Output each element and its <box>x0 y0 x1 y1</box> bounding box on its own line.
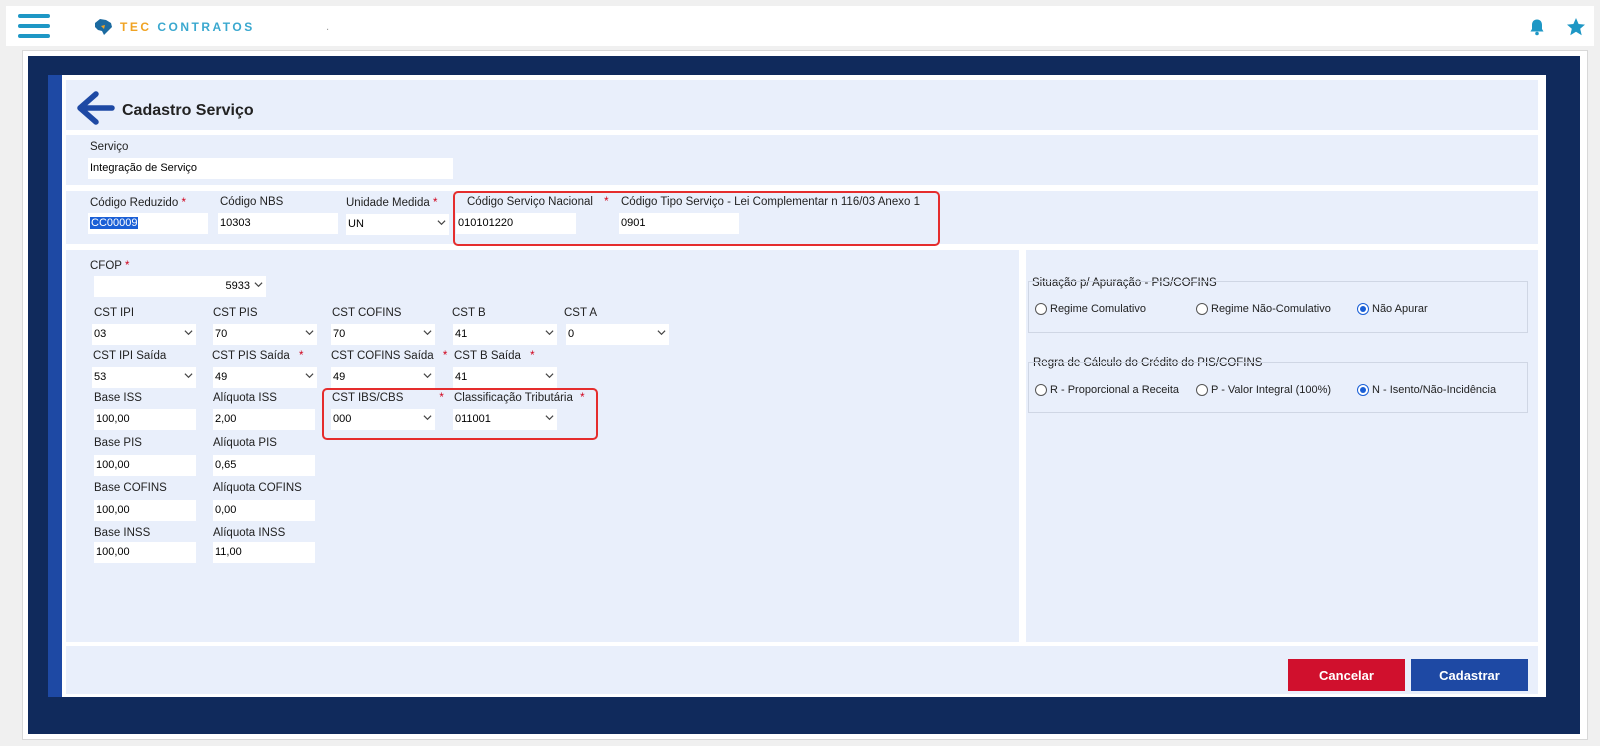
cst-pis-saida-value: 49 <box>215 371 228 383</box>
codigo-reduzido-input[interactable]: CC00009 <box>88 213 208 234</box>
submit-button[interactable]: Cadastrar <box>1411 659 1528 691</box>
base-pis-label: Base PIS <box>94 437 142 449</box>
aliq-inss-label: Alíquota INSS <box>213 527 286 539</box>
chevron-down-icon <box>184 373 193 379</box>
cst-pis-saida-select[interactable]: 49 <box>213 367 317 388</box>
logo: TEC CONTRATOS <box>92 16 255 38</box>
radio-circle <box>1035 384 1047 396</box>
cfop-select[interactable]: 5933 <box>94 276 266 297</box>
cst-b-select[interactable]: 41 <box>453 324 557 345</box>
cst-a-value: 0 <box>568 328 575 340</box>
cst-pis-value: 70 <box>215 328 228 340</box>
cst-b-saida-select[interactable]: 41 <box>453 367 557 388</box>
cst-ipi-select[interactable]: 03 <box>92 324 196 345</box>
title-section: Cadastro Serviço <box>66 80 1538 130</box>
chevron-down-icon <box>305 373 314 379</box>
aliq-inss-input[interactable]: 11,00 <box>213 542 315 563</box>
cst-ipi-saida-value: 53 <box>94 371 107 383</box>
cst-pis-select[interactable]: 70 <box>213 324 317 345</box>
star-icon[interactable] <box>1566 17 1586 37</box>
chevron-down-icon <box>423 373 432 379</box>
cfop-value: 5933 <box>225 280 250 292</box>
aliq-iss-input[interactable]: 2,00 <box>213 409 315 430</box>
radio-nao-apurar[interactable]: Não Apurar <box>1357 303 1428 315</box>
header-dot: . <box>326 22 330 33</box>
aliq-cofins-input[interactable]: 0,00 <box>213 500 315 521</box>
base-inss-label: Base INSS <box>94 527 151 539</box>
radio-valor-integral[interactable]: P - Valor Integral (100%) <box>1196 384 1331 396</box>
top-bar: TEC CONTRATOS . <box>6 6 1594 46</box>
aliq-pis-label: Alíquota PIS <box>213 437 277 449</box>
cancel-button[interactable]: Cancelar <box>1288 659 1405 691</box>
cst-pis-label: CST PIS <box>213 307 258 319</box>
codigo-reduzido-value: CC00009 <box>90 217 139 229</box>
unidade-medida-select[interactable]: UN <box>346 214 449 235</box>
radio-regime-nao-comulativo[interactable]: Regime Não-Comulativo <box>1196 303 1331 315</box>
logo-text: TEC CONTRATOS <box>120 20 255 34</box>
cst-pis-saida-label: CST PIS Saída * <box>212 350 304 362</box>
unidade-medida-value: UN <box>348 218 364 230</box>
page-title: Cadastro Serviço <box>122 102 254 119</box>
servico-label: Serviço <box>90 141 129 153</box>
chevron-down-icon <box>545 373 554 379</box>
cfop-label: CFOP * <box>90 260 130 272</box>
cst-ipi-saida-label: CST IPI Saída <box>93 350 167 362</box>
cst-b-saida-label: CST B Saída * <box>454 350 535 362</box>
bell-icon[interactable] <box>1528 18 1546 36</box>
base-cofins-label: Base COFINS <box>94 482 167 494</box>
chevron-down-icon <box>184 330 193 336</box>
radio-regime-comulativo[interactable]: Regime Comulativo <box>1035 303 1146 315</box>
cst-ipi-saida-select[interactable]: 53 <box>92 367 196 388</box>
aliq-cofins-label: Alíquota COFINS <box>213 482 302 494</box>
chevron-down-icon <box>423 330 432 336</box>
codigo-reduzido-label: Código Reduzido * <box>90 197 186 209</box>
radio-circle <box>1196 384 1208 396</box>
chevron-down-icon <box>657 330 666 336</box>
brazil-map-icon <box>95 19 112 35</box>
base-inss-input[interactable]: 100,00 <box>94 542 196 563</box>
highlight-box-codigos <box>453 191 940 246</box>
chevron-down-icon <box>305 330 314 336</box>
codigo-nbs-label: Código NBS <box>220 196 284 208</box>
codigo-nbs-input[interactable]: 10303 <box>218 213 338 234</box>
highlight-box-ibs <box>322 388 598 440</box>
chevron-down-icon <box>437 220 446 226</box>
unidade-medida-label: Unidade Medida * <box>346 197 438 209</box>
cst-b-saida-value: 41 <box>455 371 468 383</box>
cst-cofins-saida-value: 49 <box>333 371 346 383</box>
radio-circle <box>1196 303 1208 315</box>
base-cofins-input[interactable]: 100,00 <box>94 500 196 521</box>
chevron-down-icon <box>254 282 263 288</box>
cst-a-label: CST A <box>564 307 598 319</box>
cst-b-label: CST B <box>452 307 486 319</box>
aliq-iss-label: Alíquota ISS <box>213 392 277 404</box>
accent-stripe <box>48 75 62 697</box>
tax-section <box>66 250 1019 642</box>
radio-circle-selected <box>1357 303 1369 315</box>
radio-circle <box>1035 303 1047 315</box>
radio-proporcional[interactable]: R - Proporcional a Receita <box>1035 384 1179 396</box>
cst-ipi-label: CST IPI <box>94 307 135 319</box>
aliq-pis-input[interactable]: 0,65 <box>213 455 315 476</box>
base-iss-label: Base ISS <box>94 392 142 404</box>
cst-cofins-label: CST COFINS <box>332 307 402 319</box>
servico-input[interactable]: Integração de Serviço <box>88 158 453 179</box>
back-arrow-icon[interactable] <box>72 88 116 128</box>
base-pis-input[interactable]: 100,00 <box>94 455 196 476</box>
radio-isento[interactable]: N - Isento/Não-Incidência <box>1357 384 1496 396</box>
cst-cofins-select[interactable]: 70 <box>331 324 435 345</box>
cst-cofins-saida-label: CST COFINS Saída * <box>331 350 448 362</box>
cst-ipi-value: 03 <box>94 328 107 340</box>
cst-b-value: 41 <box>455 328 468 340</box>
radio-circle-selected <box>1357 384 1369 396</box>
cst-a-select[interactable]: 0 <box>566 324 669 345</box>
hamburger-menu-icon[interactable] <box>18 14 50 40</box>
chevron-down-icon <box>545 330 554 336</box>
base-iss-input[interactable]: 100,00 <box>94 409 196 430</box>
cst-cofins-saida-select[interactable]: 49 <box>331 367 435 388</box>
cst-cofins-value: 70 <box>333 328 346 340</box>
